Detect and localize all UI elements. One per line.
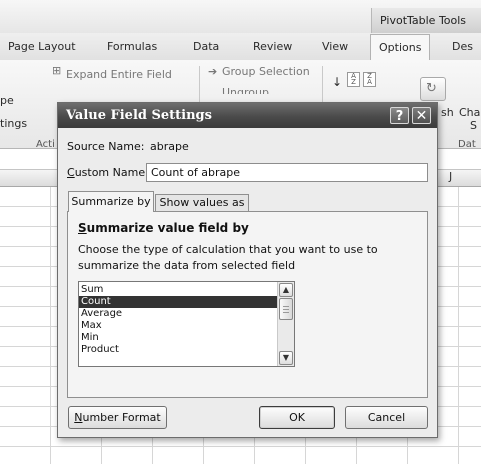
refresh-label[interactable]: sh <box>441 106 454 119</box>
custom-name-accesskey: C <box>67 166 75 179</box>
scroll-thumb[interactable] <box>279 298 293 320</box>
number-format-accesskey: N <box>74 411 83 424</box>
tab-view[interactable]: View <box>322 40 348 53</box>
tab-summarize-by[interactable]: Summarize by <box>68 191 154 212</box>
ungroup-button[interactable]: Ungroup <box>222 86 269 94</box>
function-listbox[interactable]: Sum Count Average Max Min Product ▲ ▼ <box>78 281 295 367</box>
section-heading-accesskey: S <box>78 221 87 235</box>
list-item[interactable]: Average <box>79 308 277 320</box>
list-item[interactable]: Max <box>79 320 277 332</box>
sort-za-icon[interactable]: Z A <box>363 72 376 87</box>
section-heading: Summarize value field by <box>78 221 249 235</box>
ok-button[interactable]: OK <box>259 406 335 429</box>
custom-name-label-text: ustom Name: <box>74 166 149 179</box>
number-format-label: umber Format <box>82 411 161 424</box>
group-selection-button[interactable]: Group Selection <box>222 65 310 78</box>
group-arrow-icon: ➔ <box>208 65 218 78</box>
tab-review[interactable]: Review <box>253 40 292 53</box>
expand-field-icon: ⊞ <box>52 64 62 77</box>
refresh-icon: ↻ <box>426 81 437 96</box>
ribbon-clipped-label: tings <box>0 117 28 130</box>
list-item[interactable]: Min <box>79 332 277 344</box>
source-name-label: Source Name: <box>67 140 145 153</box>
ribbon-tabs: Page Layout Formulas Data Review View Op… <box>0 33 481 61</box>
tab-design[interactable]: Des <box>452 40 473 53</box>
list-item[interactable]: Product <box>79 344 277 356</box>
custom-name-label: Custom Name: <box>67 166 149 179</box>
ribbon-clipped-label: pe <box>0 94 14 107</box>
summarize-tab-panel: Summarize value field by Choose the type… <box>67 211 428 398</box>
value-field-settings-dialog: Value Field Settings ? ✕ Source Name: ab… <box>57 102 438 438</box>
help-button[interactable]: ? <box>390 107 409 124</box>
tab-data[interactable]: Data <box>193 40 219 53</box>
number-format-button[interactable]: Number Format <box>68 406 167 429</box>
source-name-value: abrape <box>150 140 189 153</box>
expand-entire-field-button[interactable]: Expand Entire Field <box>66 68 172 81</box>
list-item-selected[interactable]: Count <box>79 296 277 308</box>
dialog-title: Value Field Settings <box>66 108 212 123</box>
custom-name-input[interactable]: Count of abrape <box>146 163 428 182</box>
column-header-j[interactable]: J <box>449 170 452 183</box>
sort-az-icon[interactable]: A Z <box>347 72 360 87</box>
sort-ascending-icon[interactable]: ↓ <box>332 75 342 89</box>
description-text: Choose the type of calculation that you … <box>78 243 378 272</box>
close-button[interactable]: ✕ <box>412 107 431 124</box>
tab-show-values-as[interactable]: Show values as <box>155 194 249 212</box>
title-bar-area: PivotTable Tools <box>0 0 481 33</box>
dialog-titlebar[interactable]: Value Field Settings ? ✕ <box>58 103 437 128</box>
list-item[interactable]: Sum <box>79 284 277 296</box>
change-source-label[interactable]: Cha <box>459 106 480 119</box>
list-scrollbar[interactable]: ▲ ▼ <box>277 282 294 366</box>
refresh-button[interactable]: ↻ <box>420 77 446 101</box>
change-source-label[interactable]: S <box>470 119 477 132</box>
cancel-button[interactable]: Cancel <box>345 406 428 429</box>
pivottable-tools-label: PivotTable Tools <box>371 8 481 33</box>
scroll-up-icon[interactable]: ▲ <box>279 283 293 297</box>
tab-options[interactable]: Options <box>370 34 431 60</box>
section-heading-text: ummarize value field by <box>86 221 249 235</box>
tab-page-layout[interactable]: Page Layout <box>8 40 76 53</box>
tab-formulas[interactable]: Formulas <box>107 40 157 53</box>
scroll-down-icon[interactable]: ▼ <box>279 351 293 365</box>
